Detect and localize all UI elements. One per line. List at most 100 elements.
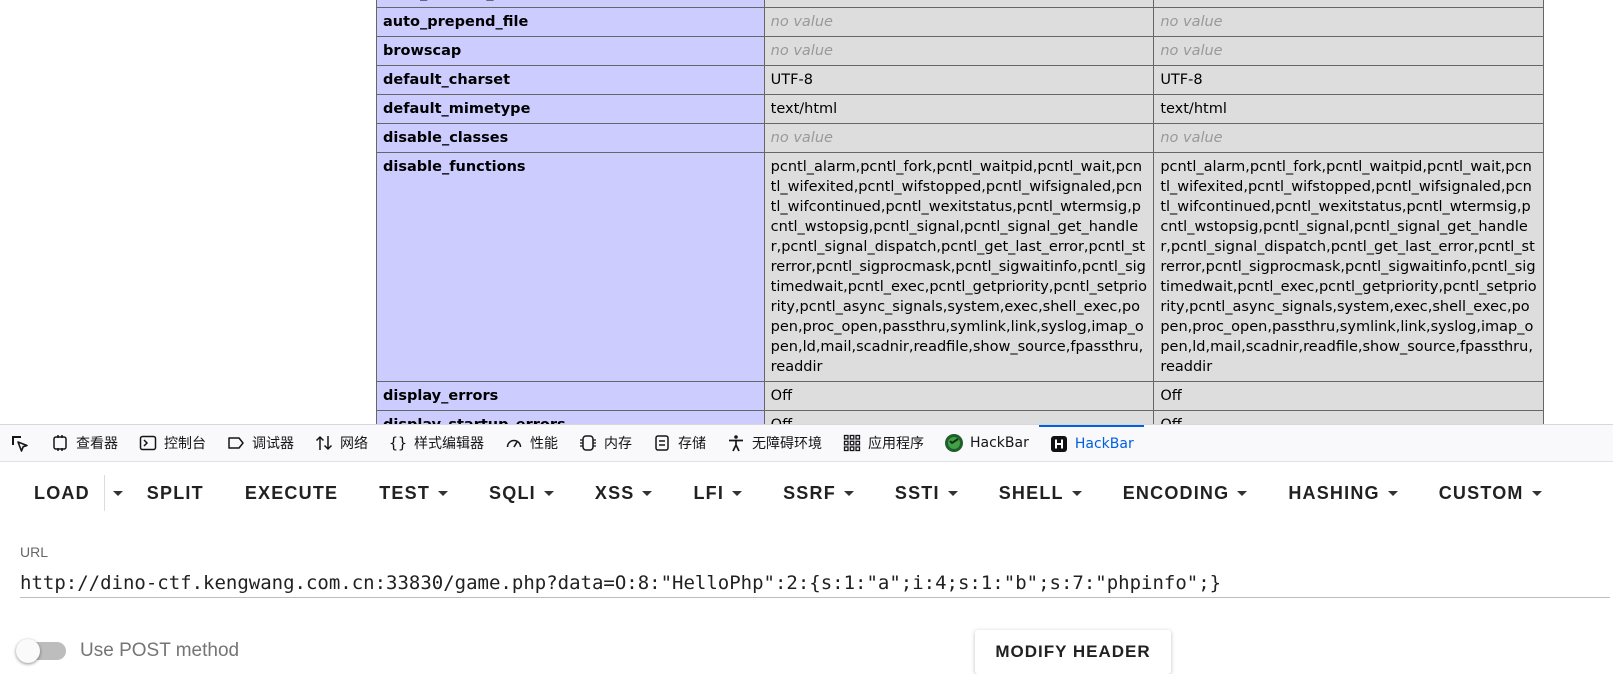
hackbar-menu-label: CUSTOM [1438,482,1524,503]
master-value: UTF-8 [1153,65,1544,95]
directive-name: disable_classes [376,123,765,153]
devtools-toolbar: 查看器 控制台 调试器 网络 {} 样式编辑器 性能 内存 存储 无障碍环境 应用程序 HackBar… [0,424,1613,462]
hackbar-menu-label: LOAD [34,482,90,503]
local-value: no value [763,36,1155,66]
hackbar-menu-label: EXECUTE [244,482,339,503]
local-value: Off [763,381,1155,411]
local-value [763,0,1155,8]
hackbar-sqli-button[interactable]: SQLI [489,475,554,511]
hackbar-custom-button[interactable]: CUSTOM [1439,475,1542,511]
hackbar-test-button[interactable]: TEST [379,475,449,511]
no-value-text: no value [770,14,833,30]
chevron-down-icon [642,490,653,496]
devtools-tab-application[interactable]: 应用程序 [832,425,934,461]
hackbar-menu: LOAD SPLIT EXECUTE TEST SQLI XSS LFI SSRF SSTI SH… [0,462,1542,524]
console-icon [138,433,158,453]
toggle-thumb[interactable] [16,639,40,663]
chevron-down-icon [732,490,743,496]
local-value: no value [763,7,1155,37]
directive-name: default_mimetype [376,94,765,124]
chevron-down-icon [947,490,958,496]
devtools-tab-style-editor[interactable]: {} 样式编辑器 [378,425,494,461]
php-config-row: disable_functions pcntl_alarm,pcntl_fork,… [376,152,1544,382]
hackbar-menu-label: SSTI [894,482,940,503]
accessibility-icon [726,433,746,453]
master-value: no value [1153,123,1544,153]
php-config-row: disable_classes no value no value [376,123,1544,153]
hackbar-xss-button[interactable]: XSS [595,475,653,511]
hackbar-menu-label: SHELL [998,482,1064,503]
directive-name: disable_functions [376,152,765,382]
devtools-tab-strip: 查看器 控制台 调试器 网络 {} 样式编辑器 性能 内存 存储 无障碍环境 应用程序 HackBar… [40,425,1144,461]
chevron-down-icon [843,490,854,496]
php-config-row: auto_prepend_file no value no value [376,7,1544,37]
toggle-track[interactable] [16,639,66,663]
inspector-icon [50,433,70,453]
element-picker-icon[interactable] [8,432,30,454]
local-value: no value [763,123,1155,153]
devtools-tab-console[interactable]: 控制台 [128,425,216,461]
hackbar-menu-label: TEST [379,482,431,503]
devtools-tab-hackbar-h[interactable]: HackBar [1038,425,1144,461]
no-value-text: no value [770,130,833,146]
no-value-text: no value [1160,43,1223,59]
post-method-toggle[interactable]: Use POST method [16,639,239,663]
local-value: pcntl_alarm,pcntl_fork,pcntl_waitpid,pcn… [763,152,1155,382]
application-icon [842,433,862,453]
hackbar-shell-button[interactable]: SHELL [999,475,1082,511]
devtools-tab-label: 性能 [530,436,558,452]
storage-icon [652,433,672,453]
directive-name: display_errors [376,381,765,411]
devtools-tab-hackbar-green[interactable]: HackBar [934,425,1039,461]
devtools-tab-debugger[interactable]: 调试器 [216,425,304,461]
chevron-down-icon [1071,490,1082,496]
master-value [1153,0,1544,8]
style-editor-icon: {} [388,433,408,453]
devtools-tab-memory[interactable]: 内存 [568,425,642,461]
hackbar-menu-label: SQLI [489,482,536,503]
devtools-tab-label: 样式编辑器 [414,436,484,452]
hackbar-load-button[interactable]: LOAD [34,475,90,511]
chevron-down-icon [1387,490,1398,496]
php-config-row: display_startup_errorsOffOff [376,410,1544,424]
directive-name: default_charset [376,65,765,95]
hackbar-menu-label: SSRF [783,482,836,503]
devtools-tab-label: 内存 [604,436,632,452]
devtools-tab-accessibility[interactable]: 无障碍环境 [716,425,832,461]
php-config-row: default_charset UTF-8 UTF-8 [376,65,1544,95]
load-dropdown-button[interactable] [112,475,123,511]
php-config-row: auto_globals_jit [376,0,1544,8]
svg-text:{}: {} [389,434,407,452]
directive-name: auto_prepend_file [376,7,765,37]
hackbar-split-button[interactable]: SPLIT [147,475,204,511]
devtools-tab-inspector[interactable]: 查看器 [40,425,128,461]
devtools-tab-storage[interactable]: 存储 [642,425,716,461]
url-input[interactable] [20,568,1610,598]
hackbar-lfi-button[interactable]: LFI [693,475,743,511]
devtools-tab-label: 控制台 [164,436,206,452]
browser-page-content: auto_globals_jitauto_prepend_fileno valu… [0,0,1613,424]
network-icon [314,433,334,453]
devtools-tab-label: HackBar [1074,436,1134,452]
php-config-row: display_errors Off Off [376,381,1544,411]
hackbar-ssti-button[interactable]: SSTI [895,475,958,511]
devtools-tab-label: 无障碍环境 [752,436,822,452]
hackbar-execute-button[interactable]: EXECUTE [245,475,338,511]
devtools-tab-label: 查看器 [76,436,118,452]
chevron-down-icon [1237,490,1248,496]
hackbar-ssrf-button[interactable]: SSRF [783,475,854,511]
no-value-text: no value [1160,14,1223,30]
hackbar-menu-label: LFI [693,482,725,503]
hackbar-encoding-button[interactable]: ENCODING [1123,475,1248,511]
php-config-row: browscap no value no value [376,36,1544,66]
php-config-table: auto_globals_jitauto_prepend_fileno valu… [376,0,1544,424]
directive-name: display_startup_errors [376,410,765,424]
hackbar-hashing-button[interactable]: HASHING [1288,475,1398,511]
devtools-tab-label: 存储 [678,436,706,452]
master-value: no value [1153,7,1544,37]
master-value: no value [1153,36,1544,66]
devtools-tab-network[interactable]: 网络 [304,425,378,461]
modify-header-button[interactable]: MODIFY HEADER [975,630,1171,674]
devtools-tab-performance[interactable]: 性能 [494,425,568,461]
hackbar-menu-label: SPLIT [146,482,204,503]
